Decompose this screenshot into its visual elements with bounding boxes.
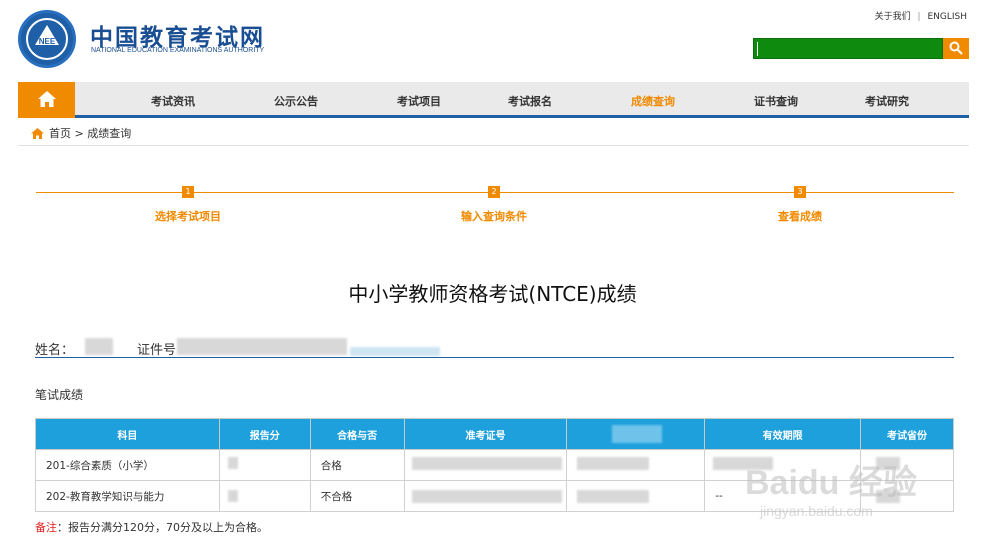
nav-item-exams[interactable]: 考试项目 bbox=[397, 93, 441, 109]
logo-text: NEE bbox=[38, 37, 56, 46]
site-subtitle: NATIONAL EDUCATION EXAMINATIONS AUTHORIT… bbox=[91, 47, 265, 54]
subject-cell: 202-教育教学知识与能力 bbox=[35, 480, 220, 512]
step-3-number: 3 bbox=[794, 186, 806, 198]
page-title: 中小学教师资格考试(NTCE)成绩 bbox=[348, 282, 637, 306]
site-logo[interactable]: NEE bbox=[18, 10, 76, 68]
search-input[interactable] bbox=[753, 38, 943, 59]
nav-item-research[interactable]: 考试研究 bbox=[865, 93, 909, 109]
header-divider bbox=[18, 145, 969, 146]
score-redaction bbox=[228, 490, 238, 502]
about-link[interactable]: 关于我们 bbox=[875, 12, 911, 22]
name-label: 姓名： bbox=[35, 343, 75, 358]
main-nav: 考试资讯 公示公告 考试项目 考试报名 成绩查询 证书查询 考试研究 bbox=[18, 82, 969, 118]
top-links: 关于我们 | ENGLISH bbox=[873, 9, 969, 22]
col-header-subject: 科目 bbox=[35, 418, 220, 450]
score-redaction bbox=[228, 457, 238, 469]
info-underline bbox=[35, 357, 954, 358]
step-2-number: 2 bbox=[488, 186, 500, 198]
col-header-validity: 有效期限 bbox=[704, 418, 862, 450]
step-1-label: 选择考试项目 bbox=[155, 210, 221, 223]
pass-cell: 不合格 bbox=[309, 480, 405, 512]
note-label: 备注 bbox=[35, 521, 57, 534]
baidu-watermark-url: jingyan.baidu.com bbox=[760, 503, 873, 519]
cell-redaction bbox=[577, 490, 649, 503]
score-note: 备注：报告分满分120分，70分及以上为合格。 bbox=[35, 519, 268, 535]
table-header-row: 科目 报告分 合格与否 准考证号 有效期限 考试省份 bbox=[35, 418, 954, 450]
top-links-separator: | bbox=[917, 12, 921, 22]
col-header-admission-number: 准考证号 bbox=[403, 418, 568, 450]
cell-redaction bbox=[577, 457, 649, 470]
home-icon bbox=[38, 91, 56, 107]
step-1-number: 1 bbox=[182, 186, 194, 198]
nav-item-score-query[interactable]: 成绩查询 bbox=[631, 93, 675, 109]
admission-number-redaction bbox=[412, 457, 562, 470]
nav-item-certificate[interactable]: 证书查询 bbox=[754, 93, 798, 109]
id-number-redaction-smear bbox=[350, 347, 440, 356]
search-button[interactable] bbox=[943, 38, 969, 59]
id-number-label: 证件号 bbox=[137, 343, 177, 358]
breadcrumb: 首页 > 成绩查询 bbox=[32, 125, 131, 141]
id-number-redaction bbox=[177, 338, 347, 355]
note-text: ：报告分满分120分，70分及以上为合格。 bbox=[57, 521, 268, 534]
text-caret bbox=[757, 42, 758, 56]
subject-cell: 201-综合素质（小学） bbox=[35, 449, 220, 481]
english-link[interactable]: ENGLISH bbox=[927, 12, 967, 22]
written-score-label: 笔试成绩 bbox=[35, 388, 84, 402]
step-2-label: 输入查询条件 bbox=[461, 210, 527, 223]
breadcrumb-text[interactable]: 首页 > 成绩查询 bbox=[49, 127, 131, 140]
col-header-pass: 合格与否 bbox=[309, 418, 405, 450]
pass-cell: 合格 bbox=[309, 449, 405, 481]
col-header-province: 考试省份 bbox=[860, 418, 954, 450]
step-3-label: 查看成绩 bbox=[778, 210, 822, 223]
name-redaction bbox=[85, 338, 113, 355]
baidu-watermark: Baidu 经验 bbox=[745, 464, 917, 502]
header-redaction bbox=[612, 425, 662, 443]
col-header-report-score: 报告分 bbox=[218, 418, 311, 450]
nav-item-news[interactable]: 考试资讯 bbox=[151, 93, 195, 109]
nav-item-notices[interactable]: 公示公告 bbox=[274, 93, 318, 109]
search-icon bbox=[949, 41, 963, 55]
admission-number-redaction bbox=[412, 490, 562, 503]
nav-item-registration[interactable]: 考试报名 bbox=[508, 93, 552, 109]
nav-home-button[interactable] bbox=[18, 82, 75, 118]
